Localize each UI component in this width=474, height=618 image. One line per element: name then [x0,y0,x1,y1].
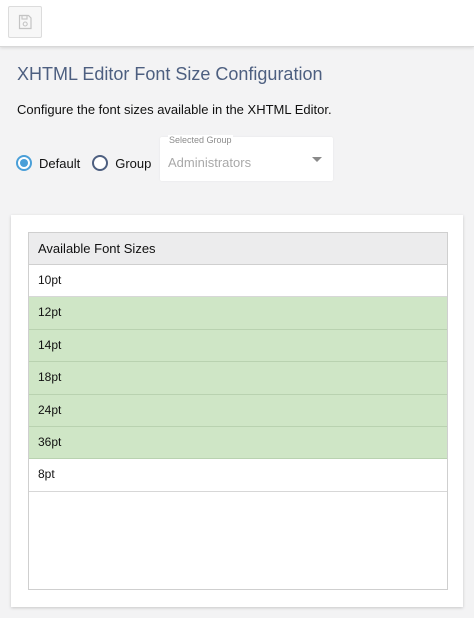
save-button[interactable] [8,6,42,38]
selected-group-value: Administrators [168,155,252,170]
save-icon [18,14,32,30]
page-description: Configure the font sizes available in th… [17,102,332,117]
list-item[interactable]: 24pt [29,394,447,427]
toolbar [0,0,474,47]
page-title: XHTML Editor Font Size Configuration [17,64,323,84]
list-item[interactable]: 10pt [29,265,447,298]
group-radio[interactable] [92,155,109,171]
list-item[interactable]: 18pt [29,362,447,395]
selected-group-caption: Selected Group [168,135,233,145]
list-item[interactable]: 36pt [29,426,447,460]
chevron-down-icon[interactable] [312,157,322,162]
list-item[interactable]: 14pt [29,329,447,363]
list-item[interactable]: 12pt [29,297,447,330]
list-item[interactable]: 8pt [29,459,447,492]
list-header: Available Font Sizes [29,233,447,265]
font-size-list[interactable]: Available Font Sizes 10pt 12pt 14pt 18pt 24p… [28,232,448,590]
selected-group-select[interactable]: Selected Group Administrators [160,135,333,181]
scope-radio-group: Default Group [16,151,151,175]
default-radio[interactable] [16,155,32,171]
group-radio-label[interactable]: Group [115,156,151,171]
default-radio-label[interactable]: Default [39,156,80,171]
font-sizes-panel: Available Font Sizes 10pt 12pt 14pt 18pt 24p… [11,215,463,607]
